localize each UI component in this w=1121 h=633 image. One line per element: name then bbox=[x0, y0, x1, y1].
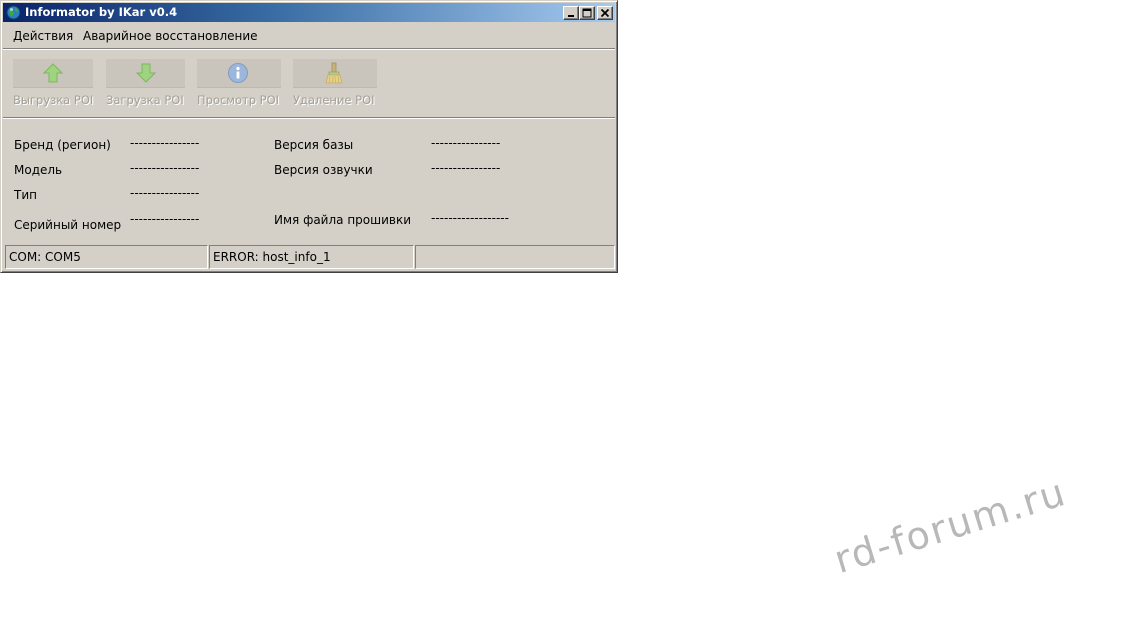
voice-version-value: ---------------- bbox=[431, 161, 501, 175]
db-version-label: Версия базы bbox=[274, 138, 354, 152]
minimize-icon bbox=[568, 15, 574, 17]
firmware-file-value: ------------------ bbox=[431, 211, 509, 225]
app-globe-icon[interactable] bbox=[6, 5, 21, 20]
status-com-port: COM: COM5 bbox=[5, 245, 208, 269]
window-title: Informator by IKar v0.4 bbox=[25, 5, 178, 19]
delete-poi-label: Удаление POI bbox=[293, 93, 375, 107]
status-bar: COM: COM5 ERROR: host_info_1 bbox=[3, 244, 615, 270]
view-poi-button[interactable]: Просмотр POI bbox=[197, 59, 281, 111]
model-label: Модель bbox=[14, 163, 63, 177]
export-poi-button[interactable]: Выгрузка POI bbox=[13, 59, 95, 111]
type-label: Тип bbox=[14, 188, 37, 202]
import-poi-label: Загрузка POI bbox=[106, 93, 184, 107]
toolbar-divider bbox=[3, 117, 615, 119]
broom-icon bbox=[325, 62, 343, 84]
import-poi-button[interactable]: Загрузка POI bbox=[106, 59, 186, 111]
delete-poi-tile bbox=[293, 59, 377, 88]
voice-version-label: Версия озвучки bbox=[274, 163, 373, 177]
view-poi-tile bbox=[197, 59, 281, 88]
info-icon bbox=[228, 63, 248, 83]
firmware-file-label: Имя файла прошивки bbox=[274, 213, 412, 227]
menu-actions[interactable]: Действия bbox=[11, 29, 75, 44]
watermark: rd-forum.ru bbox=[829, 469, 1072, 582]
minimize-button[interactable] bbox=[563, 6, 579, 20]
export-poi-label: Выгрузка POI bbox=[13, 93, 94, 107]
view-poi-label: Просмотр POI bbox=[197, 93, 280, 107]
arrow-up-icon bbox=[42, 63, 64, 83]
menu-bar: Действия Аварийное восстановление bbox=[3, 24, 615, 49]
brand-value: ---------------- bbox=[130, 136, 200, 150]
export-poi-tile bbox=[13, 59, 93, 88]
db-version-value: ---------------- bbox=[431, 136, 501, 150]
serial-number-value: ---------------- bbox=[130, 212, 200, 226]
app-window: Informator by IKar v0.4 Действия Аварийн… bbox=[0, 0, 618, 273]
serial-number-label: Серийный номер bbox=[14, 218, 122, 232]
delete-poi-button[interactable]: Удаление POI bbox=[293, 59, 377, 111]
status-error: ERROR: host_info_1 bbox=[209, 245, 414, 269]
arrow-down-icon bbox=[135, 63, 157, 83]
model-value: ---------------- bbox=[130, 161, 200, 175]
type-value: ---------------- bbox=[130, 186, 200, 200]
status-extra bbox=[415, 245, 615, 269]
maximize-button[interactable] bbox=[579, 6, 595, 20]
maximize-icon bbox=[582, 8, 592, 18]
close-icon bbox=[600, 8, 610, 18]
import-poi-tile bbox=[106, 59, 185, 88]
close-button[interactable] bbox=[597, 6, 613, 20]
title-bar[interactable]: Informator by IKar v0.4 bbox=[3, 3, 615, 22]
menu-emergency-recovery[interactable]: Аварийное восстановление bbox=[81, 29, 260, 44]
brand-label: Бренд (регион) bbox=[14, 138, 111, 152]
